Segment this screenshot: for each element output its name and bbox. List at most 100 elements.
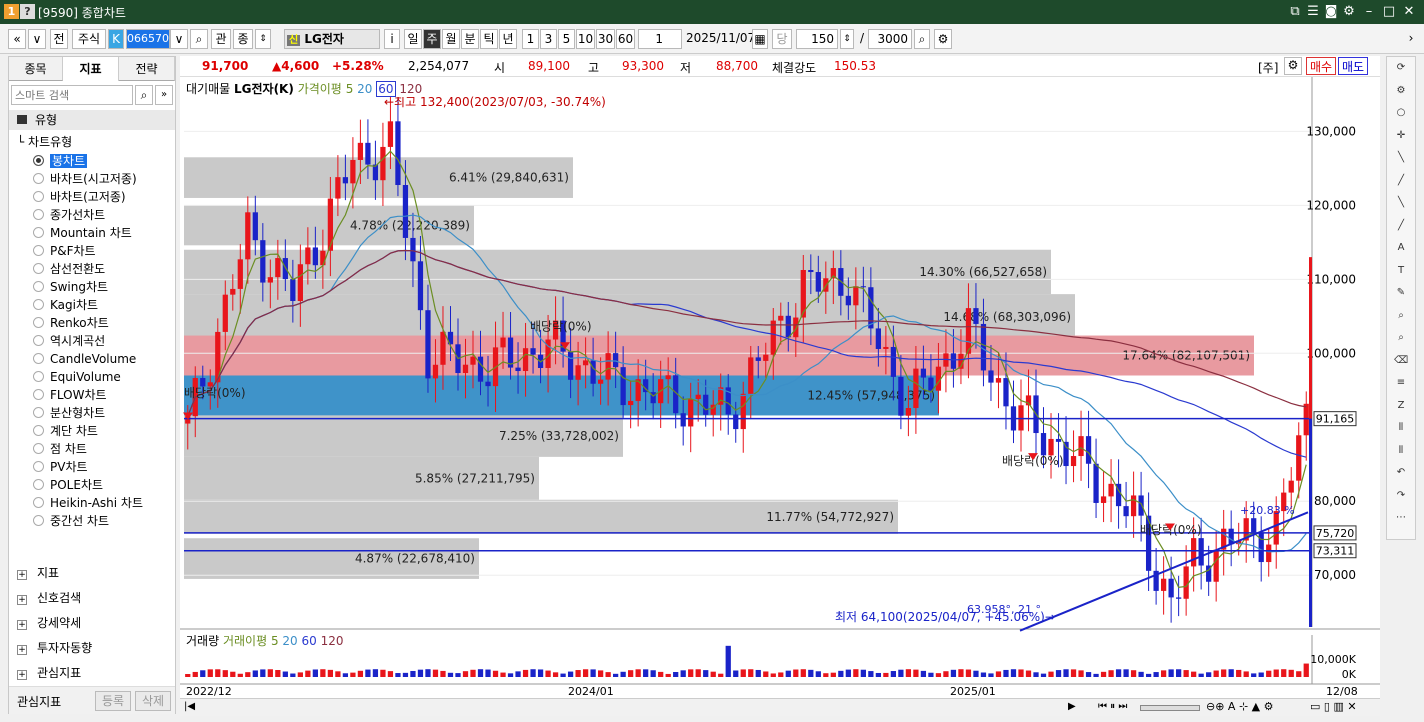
price-chart[interactable]: 6.41% (29,840,631) 4.78% (22,220,389) 14.3… (180, 77, 1380, 707)
chart-type-item[interactable]: Swing차트 (33, 278, 108, 296)
chart-type-item[interactable]: 점 차트 (33, 440, 87, 458)
count-select[interactable]: 1 (638, 29, 682, 49)
radio-icon[interactable] (33, 407, 44, 418)
period-0-button[interactable]: 일 (404, 29, 422, 49)
zoom-icon[interactable]: ⌕ (914, 29, 930, 49)
scroll-left-icon[interactable]: |◀ (184, 701, 195, 712)
chart-type-item[interactable]: Heikin-Ashi 차트 (33, 494, 143, 512)
bars-input[interactable]: 150 (796, 29, 838, 49)
undo-icon[interactable]: ↶ (1394, 466, 1408, 480)
ray-icon[interactable]: ╱ (1394, 174, 1408, 188)
close-icon[interactable]: ✕ (1400, 3, 1418, 21)
section-3[interactable]: + 투자자동향 (17, 638, 92, 658)
zoom-slider[interactable] (1140, 705, 1200, 711)
refresh-icon[interactable]: ⟳ (1394, 61, 1408, 75)
chart-type-item[interactable]: EquiVolume (33, 368, 121, 386)
tab-indicator[interactable]: 지표 (63, 57, 119, 81)
redo-icon[interactable]: ↷ (1394, 489, 1408, 503)
chart-type-item[interactable]: 분산형차트 (33, 404, 105, 422)
radio-icon[interactable] (33, 155, 44, 166)
radio-icon[interactable] (33, 191, 44, 202)
chart-type-item[interactable]: 바차트(시고저종) (33, 170, 137, 188)
config-icon[interactable]: ⚙ (934, 29, 952, 49)
radio-icon[interactable] (33, 443, 44, 454)
all-button[interactable]: 전 (50, 29, 68, 49)
radio-icon[interactable] (33, 497, 44, 508)
zoom-icon[interactable]: ⌕ (1394, 309, 1408, 323)
zoom-buttons-icon[interactable]: ⊖⊕ A ⊹ ▲ ⚙ (1206, 700, 1273, 713)
minimize-icon[interactable]: – (1360, 3, 1378, 21)
line-tool-icon[interactable]: ╲ (1394, 151, 1408, 165)
zoom-out-icon[interactable]: ⌕ (1394, 331, 1408, 345)
expand-plus-icon[interactable]: + (17, 670, 27, 680)
section-2[interactable]: + 강세약세 (17, 613, 81, 633)
period-1-button[interactable]: 주 (423, 29, 441, 49)
date-input[interactable]: 2025/11/07 (686, 29, 755, 49)
more-icon[interactable]: ⋯ (1394, 511, 1408, 525)
total-input[interactable]: 3000 (868, 29, 912, 49)
eraser-icon[interactable]: ⌫ (1394, 354, 1408, 368)
trend-icon[interactable]: ╱ (1394, 219, 1408, 233)
diag-icon[interactable]: ╲ (1394, 196, 1408, 210)
chart-type-item[interactable]: CandleVolume (33, 350, 136, 368)
play-controls-icon[interactable]: ⏮ ⏸ ⏭ (1098, 701, 1127, 712)
market-select[interactable]: 주식 (72, 29, 106, 49)
radio-icon[interactable] (33, 425, 44, 436)
radio-icon[interactable] (33, 173, 44, 184)
symbol-name[interactable]: 신 LG전자 (284, 29, 380, 49)
interval-5-button[interactable]: 5 (558, 29, 575, 49)
expand-plus-icon[interactable]: + (17, 620, 27, 630)
tab-strategy[interactable]: 전략 (119, 57, 175, 81)
calendar-icon[interactable]: ▦ (752, 29, 768, 49)
interval-3-button[interactable]: 3 (540, 29, 557, 49)
k-icon[interactable]: K (108, 29, 124, 49)
section-1[interactable]: + 신호검색 (17, 588, 81, 608)
expand-plus-icon[interactable]: + (17, 645, 27, 655)
search-icon[interactable]: ⌕ (190, 29, 208, 49)
maximize-icon[interactable]: □ (1380, 3, 1398, 21)
vbars-icon[interactable]: ⦀ (1394, 444, 1408, 458)
z-icon[interactable]: Z (1394, 399, 1408, 413)
settings-icon[interactable]: ⚙ (1340, 3, 1358, 21)
radio-icon[interactable] (33, 299, 44, 310)
interval-1-button[interactable]: 1 (522, 29, 539, 49)
chart-type-item[interactable]: 봉차트 (33, 152, 88, 170)
chart-type-item[interactable]: FLOW차트 (33, 386, 107, 404)
buy-button[interactable]: 매수 (1306, 57, 1336, 75)
tab-stock[interactable]: 종목 (9, 57, 63, 81)
prev-double-button[interactable]: « (8, 29, 26, 49)
chart-type-item[interactable]: PV차트 (33, 458, 88, 476)
chart-type-item[interactable]: Mountain 차트 (33, 224, 132, 242)
radio-icon[interactable] (33, 335, 44, 346)
scroll-right-icon[interactable]: ▶ (1068, 701, 1076, 712)
radio-icon[interactable] (33, 245, 44, 256)
period-3-button[interactable]: 분 (461, 29, 479, 49)
section-type[interactable]: 유형 (9, 110, 175, 130)
tree-chart-type[interactable]: └ 차트유형 (17, 134, 72, 150)
dropdown-icon[interactable]: ∨ (170, 29, 188, 49)
chart-type-item[interactable]: 역시계곡선 (33, 332, 105, 350)
expand-icon[interactable]: » (155, 85, 173, 105)
radio-icon[interactable] (33, 353, 44, 364)
search-icon[interactable]: ⌕ (135, 85, 153, 105)
radio-icon[interactable] (33, 389, 44, 400)
chart-type-item[interactable]: 종가선차트 (33, 206, 105, 224)
auto-icon[interactable]: A (1394, 241, 1408, 255)
text-icon[interactable]: T (1394, 264, 1408, 278)
period-2-button[interactable]: 월 (442, 29, 460, 49)
register-button[interactable]: 등록 (95, 691, 131, 711)
sell-button[interactable]: 매도 (1338, 57, 1368, 75)
bars-icon[interactable]: ⦀ (1394, 421, 1408, 435)
radio-icon[interactable] (33, 263, 44, 274)
gear-icon[interactable]: ⚙ (1394, 84, 1408, 98)
radio-icon[interactable] (33, 317, 44, 328)
cross-icon[interactable]: ✛ (1394, 129, 1408, 143)
chart-type-item[interactable]: 바차트(고저종) (33, 188, 126, 206)
radio-icon[interactable] (33, 281, 44, 292)
section-4[interactable]: + 관심지표 (17, 663, 81, 683)
info-icon[interactable]: i (384, 29, 400, 49)
radio-icon[interactable] (33, 515, 44, 526)
jong-button[interactable]: 종 (233, 29, 253, 49)
collapse-icon[interactable]: › (1404, 29, 1418, 49)
radio-icon[interactable] (33, 227, 44, 238)
